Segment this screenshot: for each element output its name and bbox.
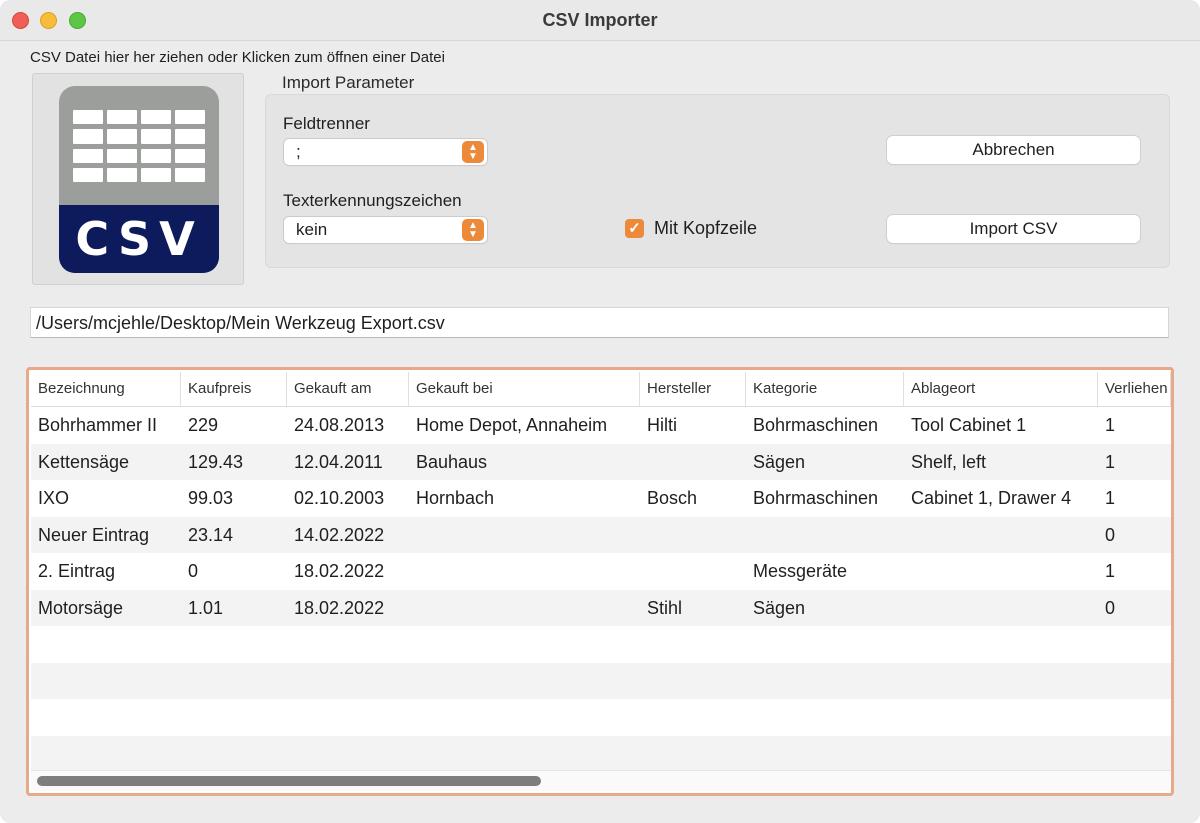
table-cell: 1 [1105, 561, 1116, 581]
table-row[interactable]: Motorsäge 1.01 18.02.2022 Stihl Sägen 0 [31, 590, 1171, 626]
table-cell [409, 517, 640, 553]
chevron-up-down-icon: ▲ ▼ [462, 141, 484, 163]
table-cell: Neuer Eintrag [38, 525, 150, 545]
table-cell: 1 [1105, 415, 1116, 435]
table-row[interactable]: Neuer Eintrag 23.14 14.02.2022 0 [31, 517, 1171, 553]
drop-hint-text: CSV Datei hier her ziehen oder Klicken z… [30, 49, 445, 66]
title-bar: CSV Importer [0, 0, 1200, 41]
table-cell: 99.03 [188, 488, 234, 508]
table-cell: 0 [1105, 598, 1116, 618]
table-cell: Home Depot, Annaheim [416, 415, 608, 435]
header-row-label: Mit Kopfzeile [654, 218, 758, 238]
table-cell: Bohrmaschinen [753, 488, 879, 508]
import-parameter-label: Import Parameter [282, 73, 415, 92]
table-header-row: Bezeichnung Kaufpreis Gekauft am Gekauft be… [31, 372, 1171, 407]
table-cell: 18.02.2022 [294, 598, 385, 618]
csv-file-icon: CSV [59, 86, 219, 273]
table-cell [409, 590, 640, 626]
table-row[interactable]: Bohrhammer II 229 24.08.2013 Home Depot, An… [31, 407, 1171, 443]
csv-drop-zone[interactable]: CSV [32, 73, 244, 285]
table-row[interactable] [31, 699, 1171, 735]
table-cell: 1 [1105, 488, 1116, 508]
table-cell: Bauhaus [416, 452, 488, 472]
table-cell: Bohrhammer II [38, 415, 158, 435]
column-header[interactable]: Kategorie [746, 372, 904, 406]
column-header[interactable]: Bezeichnung [31, 372, 181, 406]
header-row-checkbox[interactable]: ✓ [625, 219, 644, 238]
table-row[interactable]: 2. Eintrag 0 18.02.2022 Messgeräte 1 [31, 553, 1171, 589]
table-cell: Sägen [753, 452, 806, 472]
table-cell [904, 553, 1098, 589]
table-cell: 24.08.2013 [294, 415, 385, 435]
window-title: CSV Importer [542, 10, 658, 30]
table-cell: Kettensäge [38, 452, 130, 472]
table-row[interactable] [31, 663, 1171, 699]
table-cell [904, 590, 1098, 626]
column-header[interactable]: Kaufpreis [181, 372, 287, 406]
table-cell: 12.04.2011 [294, 452, 383, 472]
table-cell: Sägen [753, 598, 806, 618]
table-cell: 23.14 [188, 525, 234, 545]
table-cell: 1.01 [188, 598, 224, 618]
table-cell: Cabinet 1, Drawer 4 [911, 488, 1072, 508]
table-cell: Stihl [647, 598, 683, 618]
table-cell: Motorsäge [38, 598, 124, 618]
table-cell [640, 444, 746, 480]
table-cell: Hilti [647, 415, 677, 435]
table-cell: Bosch [647, 488, 698, 508]
table-cell: 0 [188, 561, 199, 581]
table-cell: 229 [188, 415, 219, 435]
table-cell [746, 517, 904, 553]
file-path-field[interactable]: /Users/mcjehle/Desktop/Mein Werkzeug Exp… [30, 307, 1169, 338]
column-header[interactable]: Hersteller [640, 372, 746, 406]
table-cell: Tool Cabinet 1 [911, 415, 1027, 435]
field-separator-popup[interactable]: ; ▲ ▼ [284, 139, 487, 165]
column-header[interactable]: Gekauft am [287, 372, 409, 406]
column-header[interactable]: Ablageort [904, 372, 1098, 406]
cancel-button[interactable]: Abbrechen [887, 136, 1140, 164]
field-separator-value: ; [296, 142, 301, 161]
table-cell: 2. Eintrag [38, 561, 116, 581]
table-cell: 0 [1105, 525, 1116, 545]
table-row[interactable] [31, 736, 1171, 772]
table-cell: Bohrmaschinen [753, 415, 879, 435]
table-cell: 1 [1105, 452, 1116, 472]
chevron-up-down-icon: ▲ ▼ [462, 219, 484, 241]
horizontal-scrollbar[interactable] [31, 770, 1171, 791]
table-cell: Messgeräte [753, 561, 848, 581]
column-header[interactable]: Verliehen [1098, 372, 1171, 406]
table-cell: 129.43 [188, 452, 244, 472]
table-cell [409, 553, 640, 589]
table-row[interactable]: IXO 99.03 02.10.2003 Hornbach Bosch Bohrmasch… [31, 480, 1171, 516]
csv-grid-graphic [73, 110, 205, 182]
csv-icon-label: CSV [59, 205, 219, 273]
table-row[interactable]: Kettensäge 129.43 12.04.2011 Bauhaus Sägen Sh… [31, 444, 1171, 480]
csv-importer-window: CSV Importer CSV Datei hier her ziehen o… [0, 0, 1200, 823]
column-header[interactable]: Gekauft bei [409, 372, 640, 406]
table-cell [640, 517, 746, 553]
field-separator-label: Feldtrenner [283, 114, 370, 133]
table-cell [904, 517, 1098, 553]
table-cell: 02.10.2003 [294, 488, 385, 508]
table-cell: 18.02.2022 [294, 561, 385, 581]
import-csv-button[interactable]: Import CSV [887, 215, 1140, 243]
table-cell: Shelf, left [911, 452, 987, 472]
table-cell: 14.02.2022 [294, 525, 385, 545]
text-qualifier-label: Texterkennungszeichen [283, 191, 462, 210]
table-row[interactable] [31, 626, 1171, 662]
text-qualifier-popup[interactable]: kein ▲ ▼ [284, 217, 487, 243]
table-cell [640, 553, 746, 589]
scroll-thumb[interactable] [37, 776, 541, 786]
csv-preview-table[interactable]: Bezeichnung Kaufpreis Gekauft am Gekauft be… [26, 367, 1174, 796]
text-qualifier-value: kein [296, 220, 328, 239]
table-cell: Hornbach [416, 488, 495, 508]
table-cell: IXO [38, 488, 70, 508]
